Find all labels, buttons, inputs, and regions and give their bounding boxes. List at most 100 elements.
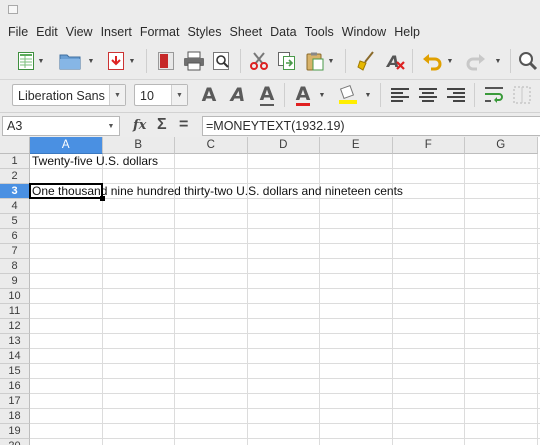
- row-header-12[interactable]: 12: [0, 319, 30, 334]
- font-color-dropdown-arrow-icon[interactable]: ▼: [318, 83, 326, 107]
- row-header-13[interactable]: 13: [0, 334, 30, 349]
- toolbar-separator: [345, 49, 346, 73]
- align-right-icon[interactable]: [444, 83, 468, 107]
- grid-line: [30, 243, 540, 244]
- menu-window[interactable]: Window: [341, 25, 393, 39]
- formula-text: =MONEYTEXT(1932.19): [206, 119, 345, 133]
- merge-cells-icon[interactable]: [510, 83, 534, 107]
- save-dropdown-arrow-icon[interactable]: ▼: [128, 49, 136, 73]
- chevron-down-icon[interactable]: ▼: [109, 85, 125, 105]
- cell-a1[interactable]: Twenty-five U.S. dollars: [32, 154, 158, 169]
- equals-icon[interactable]: =: [179, 116, 188, 134]
- open-dropdown-arrow-icon[interactable]: ▼: [87, 49, 95, 73]
- column-header-b[interactable]: B: [102, 137, 175, 154]
- clear-formatting-icon[interactable]: A: [384, 49, 408, 73]
- redo-icon[interactable]: [464, 49, 488, 73]
- grid-line: [30, 438, 540, 439]
- spreadsheet-grid[interactable]: ABCDEFG1234567891011121314151617181920Tw…: [0, 137, 540, 445]
- underline-icon[interactable]: A: [255, 83, 279, 107]
- row-header-6[interactable]: 6: [0, 229, 30, 244]
- grid-line: [30, 423, 540, 424]
- menu-bar: File Edit View Insert Format Styles Shee…: [0, 22, 540, 42]
- column-header-e[interactable]: E: [320, 137, 393, 154]
- paste-icon[interactable]: [303, 49, 327, 73]
- highlight-color-icon[interactable]: [336, 83, 360, 107]
- grid-line: [30, 288, 540, 289]
- font-name-combobox[interactable]: Liberation Sans ▼: [12, 84, 126, 106]
- column-header-d[interactable]: D: [247, 137, 320, 154]
- find-replace-icon[interactable]: [516, 49, 540, 73]
- column-header-c[interactable]: C: [175, 137, 248, 154]
- row-header-1[interactable]: 1: [0, 154, 30, 169]
- menu-data[interactable]: Data: [269, 25, 303, 39]
- chevron-down-icon[interactable]: ▼: [103, 117, 119, 135]
- menu-styles[interactable]: Styles: [186, 25, 228, 39]
- align-left-icon[interactable]: [388, 83, 412, 107]
- column-header-g[interactable]: G: [465, 137, 538, 154]
- redo-dropdown-arrow-icon[interactable]: ▼: [494, 49, 502, 73]
- align-center-icon[interactable]: [416, 83, 440, 107]
- row-header-11[interactable]: 11: [0, 304, 30, 319]
- row-header-18[interactable]: 18: [0, 409, 30, 424]
- bold-icon[interactable]: A: [197, 83, 221, 107]
- toolbar-separator: [146, 49, 147, 73]
- chevron-down-icon[interactable]: ▼: [171, 85, 187, 105]
- row-header-16[interactable]: 16: [0, 379, 30, 394]
- autofill-handle[interactable]: [99, 196, 105, 201]
- row-header-7[interactable]: 7: [0, 244, 30, 259]
- menu-format[interactable]: Format: [139, 25, 187, 39]
- menu-insert[interactable]: Insert: [100, 25, 139, 39]
- toolbar-separator: [412, 49, 413, 73]
- grid-line: [30, 303, 540, 304]
- grid-line: [30, 378, 540, 379]
- menu-file[interactable]: File: [8, 25, 35, 39]
- row-header-8[interactable]: 8: [0, 259, 30, 274]
- menu-edit[interactable]: Edit: [35, 25, 65, 39]
- grid-line: [30, 408, 540, 409]
- row-header-20[interactable]: 20: [0, 439, 30, 445]
- row-header-15[interactable]: 15: [0, 364, 30, 379]
- copy-icon[interactable]: [275, 49, 299, 73]
- open-folder-icon[interactable]: [58, 49, 82, 73]
- row-header-14[interactable]: 14: [0, 349, 30, 364]
- new-spreadsheet-icon[interactable]: [14, 49, 38, 73]
- save-icon[interactable]: [104, 49, 128, 73]
- row-header-4[interactable]: 4: [0, 199, 30, 214]
- formula-input[interactable]: =MONEYTEXT(1932.19): [202, 116, 540, 136]
- clone-formatting-icon[interactable]: [354, 49, 378, 73]
- sum-icon[interactable]: Σ: [157, 116, 167, 134]
- paste-dropdown-arrow-icon[interactable]: ▼: [327, 49, 335, 73]
- column-header-f[interactable]: F: [392, 137, 465, 154]
- print-preview-icon[interactable]: [210, 49, 234, 73]
- undo-icon[interactable]: [420, 49, 444, 73]
- undo-dropdown-arrow-icon[interactable]: ▼: [446, 49, 454, 73]
- row-header-17[interactable]: 17: [0, 394, 30, 409]
- font-color-icon[interactable]: A: [291, 83, 315, 107]
- menu-help[interactable]: Help: [393, 25, 427, 39]
- row-header-5[interactable]: 5: [0, 214, 30, 229]
- export-pdf-icon[interactable]: [154, 49, 178, 73]
- cut-icon[interactable]: [247, 49, 271, 73]
- highlight-dropdown-arrow-icon[interactable]: ▼: [364, 83, 372, 107]
- wrap-text-icon[interactable]: [482, 83, 506, 107]
- menu-tools[interactable]: Tools: [304, 25, 341, 39]
- column-header-a[interactable]: A: [30, 137, 103, 154]
- toolbar-separator: [284, 83, 285, 107]
- new-dropdown-arrow-icon[interactable]: ▼: [37, 49, 45, 73]
- row-header-19[interactable]: 19: [0, 424, 30, 439]
- row-header-3[interactable]: 3: [0, 184, 30, 199]
- function-wizard-icon[interactable]: fx: [133, 118, 146, 133]
- row-header-10[interactable]: 10: [0, 289, 30, 304]
- select-all-corner[interactable]: [0, 137, 30, 154]
- font-size-combobox[interactable]: 10 ▼: [134, 84, 188, 106]
- grid-line: [30, 348, 540, 349]
- row-header-9[interactable]: 9: [0, 274, 30, 289]
- name-box[interactable]: A3 ▼: [2, 116, 120, 136]
- print-icon[interactable]: [182, 49, 206, 73]
- italic-icon[interactable]: A: [226, 83, 250, 107]
- window-control-icon[interactable]: [8, 5, 18, 14]
- row-header-2[interactable]: 2: [0, 169, 30, 184]
- menu-sheet[interactable]: Sheet: [228, 25, 269, 39]
- menu-view[interactable]: View: [65, 25, 100, 39]
- grid-line: [30, 213, 540, 214]
